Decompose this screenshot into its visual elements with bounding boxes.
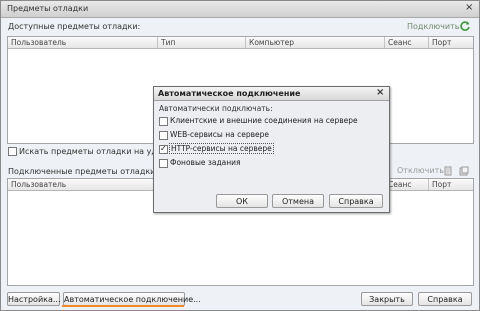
refresh-icon[interactable] [459, 20, 471, 32]
connected-items-label: Подключенные предметы отладки: [8, 167, 159, 176]
option-checkbox[interactable] [159, 159, 168, 168]
column-header-computer[interactable]: Компьютер [246, 37, 385, 48]
window-title: Предметы отладки [7, 4, 89, 13]
window-titlebar: Предметы отладки × [1, 1, 479, 18]
option-checkbox[interactable] [159, 117, 168, 126]
column-header-user[interactable]: Пользователь [8, 37, 158, 48]
option-checkbox[interactable] [159, 131, 168, 140]
properties-icon[interactable] [459, 166, 469, 176]
dialog-close-icon[interactable]: × [376, 88, 384, 98]
option-label: Фоновые задания [170, 158, 241, 167]
column-header-session[interactable]: Сеанс [385, 179, 429, 190]
dialog-titlebar: Автоматическое подключение × [154, 87, 389, 101]
column-header-port[interactable]: Порт [429, 37, 473, 48]
auto-connect-highlight [62, 305, 184, 307]
auto-connect-button[interactable]: Автоматическое подключение... [63, 292, 201, 306]
option-label: Клиентские и внешние соединения на серве… [170, 116, 358, 125]
window-close-icon[interactable]: × [465, 3, 473, 13]
search-remote-checkbox[interactable] [8, 147, 17, 156]
dialog-subtitle: Автоматически подключать: [159, 104, 273, 113]
auto-connect-dialog: Автоматическое подключение × Автоматичес… [153, 86, 390, 213]
available-items-table-header: Пользователь Тип Компьютер Сеанс Порт [8, 37, 473, 49]
available-items-label: Доступные предметы отладки: [8, 22, 141, 31]
close-button[interactable]: Закрыть [361, 292, 413, 306]
option-label: WEB-сервисы на сервере [170, 130, 270, 139]
dialog-title: Автоматическое подключение [158, 89, 301, 98]
column-header-type[interactable]: Тип [158, 37, 246, 48]
disconnect-button[interactable]: Отключить [397, 166, 444, 175]
help-button[interactable]: Справка [418, 292, 472, 306]
column-header-session[interactable]: Сеанс [385, 37, 429, 48]
connect-button[interactable]: Подключить [407, 22, 459, 31]
settings-button[interactable]: Настройка... [7, 292, 61, 306]
ok-button[interactable]: ОК [216, 194, 268, 208]
column-header-port[interactable]: Порт [429, 179, 473, 190]
option-checkbox-checked[interactable]: ✓ [159, 144, 168, 154]
option-label: HTTP-сервисы на сервере [169, 143, 274, 154]
checkmark-icon: ✓ [160, 144, 167, 153]
dialog-help-button[interactable]: Справка [329, 194, 383, 208]
cancel-button[interactable]: Отмена [272, 194, 324, 208]
document-icon[interactable] [443, 166, 453, 176]
